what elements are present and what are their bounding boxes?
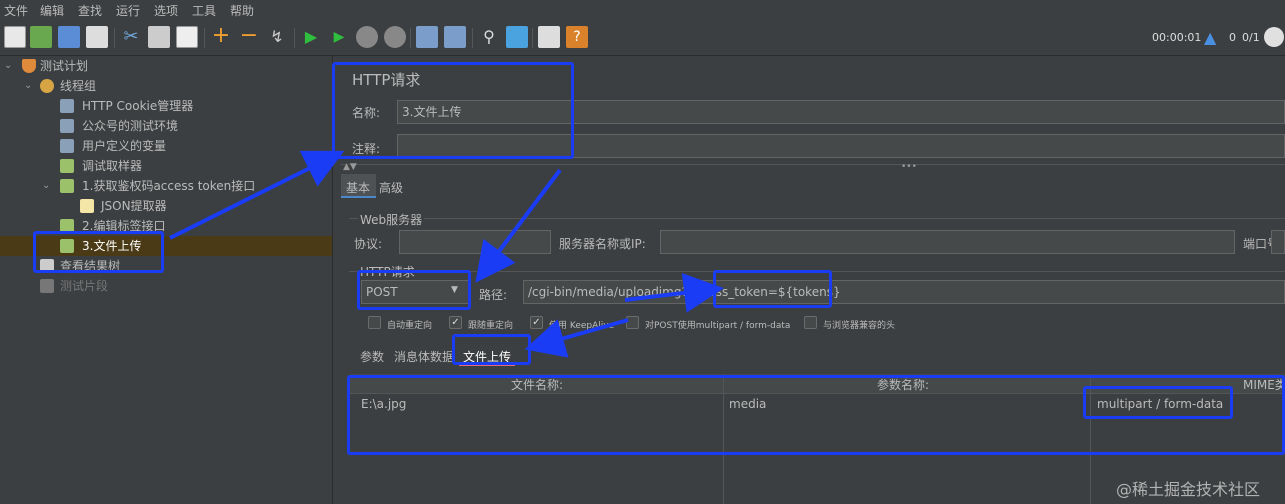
- function-helper-icon[interactable]: [538, 26, 560, 48]
- tree-item-thread-group[interactable]: 线程组: [60, 76, 96, 96]
- path-label: 路径:: [479, 288, 508, 302]
- multipart-label: 对POST使用multipart / form-data: [645, 321, 791, 331]
- keepalive-checkbox[interactable]: ✓: [530, 316, 543, 329]
- warning-icon[interactable]: ▲: [1204, 28, 1222, 47]
- flask-icon: [22, 59, 36, 73]
- tree-item-debug-sampler[interactable]: 调试取样器: [82, 156, 142, 176]
- highlight-tree-item: [33, 231, 164, 273]
- start-icon[interactable]: ▶: [300, 26, 322, 48]
- menu-file[interactable]: 文件: [4, 2, 28, 19]
- save-icon[interactable]: [86, 26, 108, 48]
- menu-run[interactable]: 运行: [116, 2, 140, 19]
- tree-item-json-extractor[interactable]: JSON提取器: [101, 196, 167, 216]
- expand-icon[interactable]: +: [210, 25, 232, 48]
- help-icon[interactable]: ?: [566, 26, 588, 48]
- watermark: @稀土掘金技术社区: [1116, 480, 1261, 499]
- port-field[interactable]: [1271, 230, 1285, 254]
- subtab-params[interactable]: 参数: [360, 348, 384, 365]
- extractor-icon: [80, 199, 94, 213]
- cut-icon[interactable]: ✂: [120, 26, 142, 48]
- protocol-field[interactable]: [399, 230, 551, 254]
- menu-bar: 文件 编辑 查找 运行 选项 工具 帮助: [0, 0, 1285, 20]
- menu-find[interactable]: 查找: [78, 2, 102, 19]
- auto-redirect-label: 自动重定向: [387, 321, 433, 331]
- clear-all-icon[interactable]: [444, 26, 466, 48]
- wrench-icon: [60, 99, 74, 113]
- server-field[interactable]: [660, 230, 1235, 254]
- open-icon[interactable]: [58, 26, 80, 48]
- highlight-token: [713, 270, 832, 308]
- tab-basic[interactable]: 基本: [346, 179, 370, 196]
- protocol-label: 协议:: [354, 237, 383, 251]
- templates-icon[interactable]: [30, 26, 52, 48]
- splitter[interactable]: [341, 164, 1285, 170]
- collapse-up-icon[interactable]: ▲▼: [343, 162, 357, 172]
- menu-options[interactable]: 选项: [154, 2, 178, 19]
- splitter-grip-icon[interactable]: •••: [901, 162, 917, 172]
- wrench-icon: [60, 119, 74, 133]
- web-server-border: [349, 218, 1285, 219]
- expand-arrow-icon[interactable]: ⌄: [24, 81, 34, 91]
- search-icon[interactable]: ⚲: [478, 26, 500, 48]
- stop-icon[interactable]: [356, 26, 378, 48]
- wrench-icon: [60, 139, 74, 153]
- tree-item-test-plan[interactable]: 测试计划: [40, 56, 88, 76]
- remote-icon[interactable]: [1264, 27, 1284, 47]
- path-field[interactable]: /cgi-bin/media/uploadimg?access_token=${…: [523, 280, 1285, 304]
- tree-item-token-api[interactable]: 1.获取鉴权码access token接口: [82, 176, 255, 196]
- tree-item-test-env[interactable]: 公众号的测试环境: [82, 116, 178, 136]
- subtab-body[interactable]: 消息体数据: [394, 348, 454, 365]
- collapse-icon[interactable]: −: [238, 25, 260, 48]
- follow-redirect-checkbox[interactable]: ✓: [449, 316, 462, 329]
- expand-arrow-icon[interactable]: ⌄: [4, 61, 14, 71]
- gear-icon: [40, 79, 54, 93]
- elapsed-time: 00:00:01: [1152, 31, 1202, 44]
- shutdown-icon[interactable]: [384, 26, 406, 48]
- pipette-icon: [60, 179, 74, 193]
- test-plan-tree: ⌄ 测试计划 ⌄ 线程组 HTTP Cookie管理器 公众号的测试环境 用户定…: [0, 56, 333, 504]
- thread-count: 0/1: [1242, 31, 1260, 44]
- start-no-pause-icon[interactable]: ▶: [328, 26, 350, 48]
- tree-item-test-fragment[interactable]: 测试片段: [60, 276, 108, 296]
- keepalive-label: 使用 KeepAlive: [549, 321, 615, 331]
- new-icon[interactable]: [4, 26, 26, 48]
- warning-count: 0: [1229, 31, 1236, 44]
- tree-item-user-vars[interactable]: 用户定义的变量: [82, 136, 166, 156]
- auto-redirect-checkbox[interactable]: [368, 316, 381, 329]
- web-server-title: Web服务器: [358, 211, 425, 228]
- toolbar: ✂ + − ↯ ▶ ▶ ⚲ ? 00:00:01 ▲ 0 0/1: [0, 20, 1285, 56]
- paste-icon[interactable]: [176, 26, 198, 48]
- fragment-icon: [40, 279, 54, 293]
- expand-arrow-icon[interactable]: ⌄: [42, 181, 52, 191]
- tree-item-cookie-manager[interactable]: HTTP Cookie管理器: [82, 96, 193, 116]
- highlight-method: [357, 270, 471, 310]
- highlight-mime: [1083, 386, 1233, 419]
- pipette-icon: [60, 159, 74, 173]
- highlight-file-upload-tab: [452, 334, 531, 365]
- menu-edit[interactable]: 编辑: [40, 2, 64, 19]
- tab-advanced[interactable]: 高级: [379, 179, 403, 196]
- menu-tools[interactable]: 工具: [192, 2, 216, 19]
- follow-redirect-label: 跟随重定向: [468, 321, 514, 331]
- copy-icon[interactable]: [148, 26, 170, 48]
- browser-headers-checkbox[interactable]: [804, 316, 817, 329]
- reset-search-icon[interactable]: [506, 26, 528, 48]
- browser-headers-label: 与浏览器兼容的头: [823, 321, 896, 331]
- clear-icon[interactable]: [416, 26, 438, 48]
- multipart-checkbox[interactable]: [626, 316, 639, 329]
- toggle-icon[interactable]: ↯: [266, 26, 288, 48]
- highlight-title-box: [332, 62, 574, 159]
- menu-help[interactable]: 帮助: [230, 2, 254, 19]
- server-label: 服务器名称或IP:: [559, 237, 646, 251]
